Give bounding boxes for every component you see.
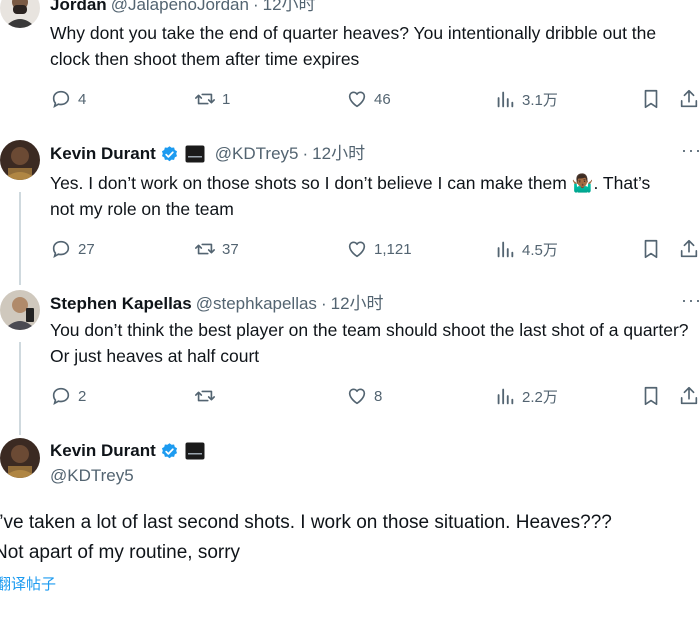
timestamp[interactable]: 12小时 [263,0,316,16]
verified-badge-icon [161,145,177,161]
avatar[interactable] [0,438,40,478]
author-handle[interactable]: @stephkapellas [196,293,317,315]
bookmark-button[interactable] [640,87,662,111]
thread-line [19,342,21,435]
like-button[interactable]: 8 [346,384,382,408]
views-button[interactable]: 4.5万 [494,237,558,261]
like-count: 46 [374,90,391,108]
retweet-button[interactable] [194,384,222,408]
share-icon [680,239,698,258]
tweet-text-line2: Not apart of my routine, sorry [0,542,241,563]
tweet-text: You don’t think the best player on the t… [50,320,689,366]
tweet-text: Yes. I don’t work on those shots so I do… [50,173,651,219]
thread-line [19,192,21,285]
like-button[interactable]: 46 [346,87,391,111]
reply-button[interactable]: 27 [50,237,95,261]
share-icon [680,386,698,405]
timestamp[interactable]: 12小时 [331,293,384,315]
share-icon [680,89,698,108]
bookmark-icon [644,239,658,259]
separator-dot: · [252,0,259,14]
bookmark-icon [644,89,658,109]
reply-count: 27 [78,240,95,258]
author-handle[interactable]: @KDTrey5 [50,465,134,487]
author-name[interactable]: Stephen Kapellas [50,293,192,315]
like-count: 1,121 [374,240,412,258]
reply-icon [52,240,70,259]
reply-count: 4 [78,90,87,108]
share-button[interactable] [678,237,700,261]
author-name[interactable]: Kevin Durant [50,143,156,165]
reply-icon [52,90,70,109]
timestamp[interactable]: 12小时 [312,143,365,165]
retweet-icon [195,243,215,255]
views-icon [497,388,514,405]
views-icon [497,91,514,108]
retweet-count: 1 [222,90,231,108]
heart-icon [348,388,366,405]
heart-icon [348,91,366,108]
retweet-button[interactable]: 1 [194,87,230,111]
author-name[interactable]: Kevin Durant [50,440,156,462]
reply-icon [52,387,70,406]
reply-button[interactable]: 4 [50,87,86,111]
reply-count: 2 [78,387,87,405]
author-handle[interactable]: @KDTrey5 [215,143,299,165]
views-icon [497,241,514,258]
action-bar: 4 1 46 3.1万 [50,87,700,111]
bookmark-button[interactable] [640,237,662,261]
affiliate-badge-icon[interactable] [185,145,205,163]
action-bar: 2 8 2.2万 [50,384,700,408]
like-button[interactable]: 1,121 [346,237,412,261]
views-button[interactable]: 2.2万 [494,384,558,408]
avatar[interactable] [0,290,40,330]
bookmark-icon [644,386,658,406]
retweet-icon [195,93,215,105]
separator-dot: · [320,294,327,313]
share-button[interactable] [678,384,700,408]
author-handle[interactable]: @JalapenoJordan [111,0,249,16]
bookmark-button[interactable] [640,384,662,408]
tweet-text-line1: I’ve taken a lot of last second shots. I… [0,512,612,533]
action-bar: 27 37 1,121 4.5万 [50,237,700,261]
more-options-icon[interactable]: ··· [681,290,700,311]
avatar[interactable] [0,0,40,28]
more-options-icon[interactable]: ··· [681,140,700,161]
views-count: 2.2万 [522,388,558,406]
views-button[interactable]: 3.1万 [494,87,558,111]
translate-post-link[interactable]: 翻译帖子 [0,573,56,594]
retweet-icon [195,390,215,402]
share-button[interactable] [678,87,700,111]
separator-dot: · [302,144,309,163]
reply-button[interactable]: 2 [50,384,86,408]
retweet-button[interactable]: 37 [194,237,239,261]
heart-icon [348,241,366,258]
tweet-text: Why dont you take the end of quarter hea… [50,23,657,69]
views-count: 4.5万 [522,241,558,259]
verified-badge-icon [161,442,177,458]
author-name[interactable]: Jordan [50,0,107,16]
like-count: 8 [374,387,383,405]
views-count: 3.1万 [522,91,558,109]
retweet-count: 37 [222,240,239,258]
affiliate-badge-icon[interactable] [185,442,205,460]
avatar[interactable] [0,140,40,180]
